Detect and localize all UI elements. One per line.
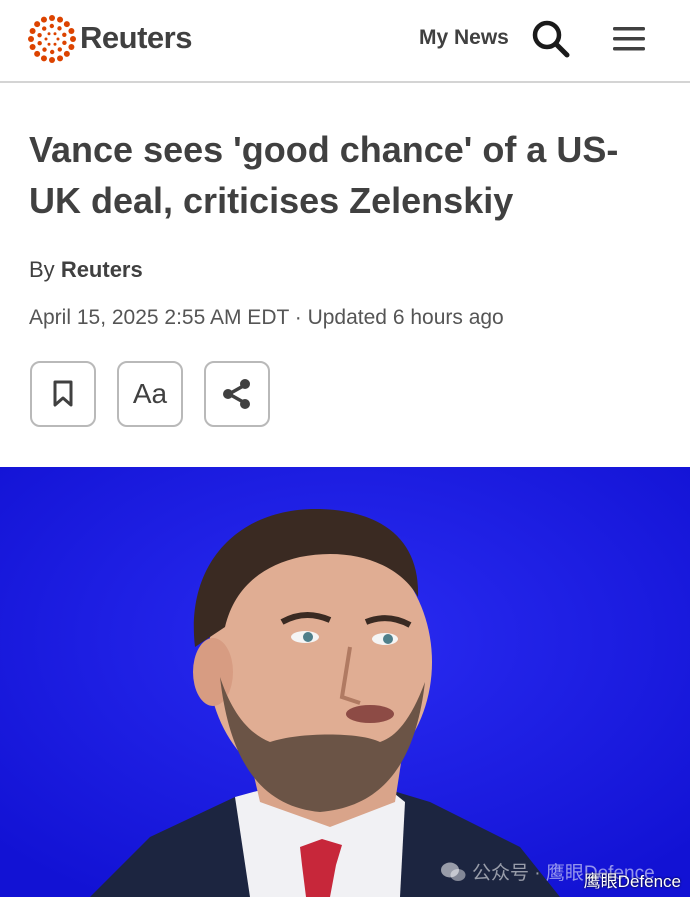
dateline: April 15, 2025 2:55 AM EDT · Updated 6 h… (29, 306, 504, 329)
wechat-icon (441, 862, 466, 881)
watermark-secondary: 鹰眼Defence (583, 872, 681, 891)
logo-dot (63, 21, 70, 28)
logo-dot (57, 26, 62, 31)
logo-dot (47, 32, 51, 36)
logo-dot (56, 37, 60, 41)
logo-dot (68, 44, 75, 51)
font-size-label: Aa (132, 378, 168, 409)
logo-dot (68, 27, 75, 34)
logo-dot (70, 36, 76, 42)
logo-dot (53, 32, 57, 36)
brand-name[interactable]: Reuters (80, 18, 192, 58)
byline: By Reuters (29, 256, 143, 284)
logo-dot (57, 47, 62, 52)
logo-dot (44, 37, 48, 41)
logo-dot (57, 55, 64, 62)
logo-dot (37, 40, 42, 46)
logo-dot (49, 49, 55, 55)
my-news-link[interactable]: My News (419, 24, 509, 52)
bookmark-icon (53, 380, 73, 407)
article-photo (0, 467, 690, 897)
logo-dot (29, 27, 36, 34)
reuters-logo-icon[interactable] (28, 15, 76, 63)
logo-dot (49, 57, 55, 63)
logo-dot (28, 36, 34, 42)
byline-author[interactable]: Reuters (61, 257, 143, 282)
logo-dot (42, 47, 47, 52)
logo-dot (37, 32, 42, 38)
bookmark-button[interactable] (30, 361, 96, 427)
logo-dot (62, 40, 67, 46)
site-header: Reuters My News (0, 0, 690, 83)
article-headline: Vance sees 'good chance' of a US-UK deal… (29, 129, 619, 221)
search-icon[interactable] (530, 18, 572, 60)
logo-dot (42, 26, 47, 31)
logo-dot (49, 23, 55, 29)
logo-dot (40, 55, 47, 62)
logo-dot (47, 42, 51, 46)
font-size-button[interactable]: Aa (117, 361, 183, 427)
logo-dot (57, 16, 64, 23)
logo-dot (40, 16, 47, 23)
logo-dot (34, 50, 41, 57)
logo-dot (62, 32, 67, 38)
byline-prefix: By (29, 257, 55, 282)
logo-dot (53, 42, 57, 46)
share-button[interactable] (204, 361, 270, 427)
hamburger-menu-icon[interactable] (610, 22, 648, 56)
share-icon (223, 379, 250, 409)
logo-dot (34, 21, 41, 28)
logo-dot (63, 50, 70, 57)
logo-dot (29, 44, 36, 51)
speaker-photo-illustration (0, 467, 690, 897)
logo-dot (49, 15, 55, 21)
